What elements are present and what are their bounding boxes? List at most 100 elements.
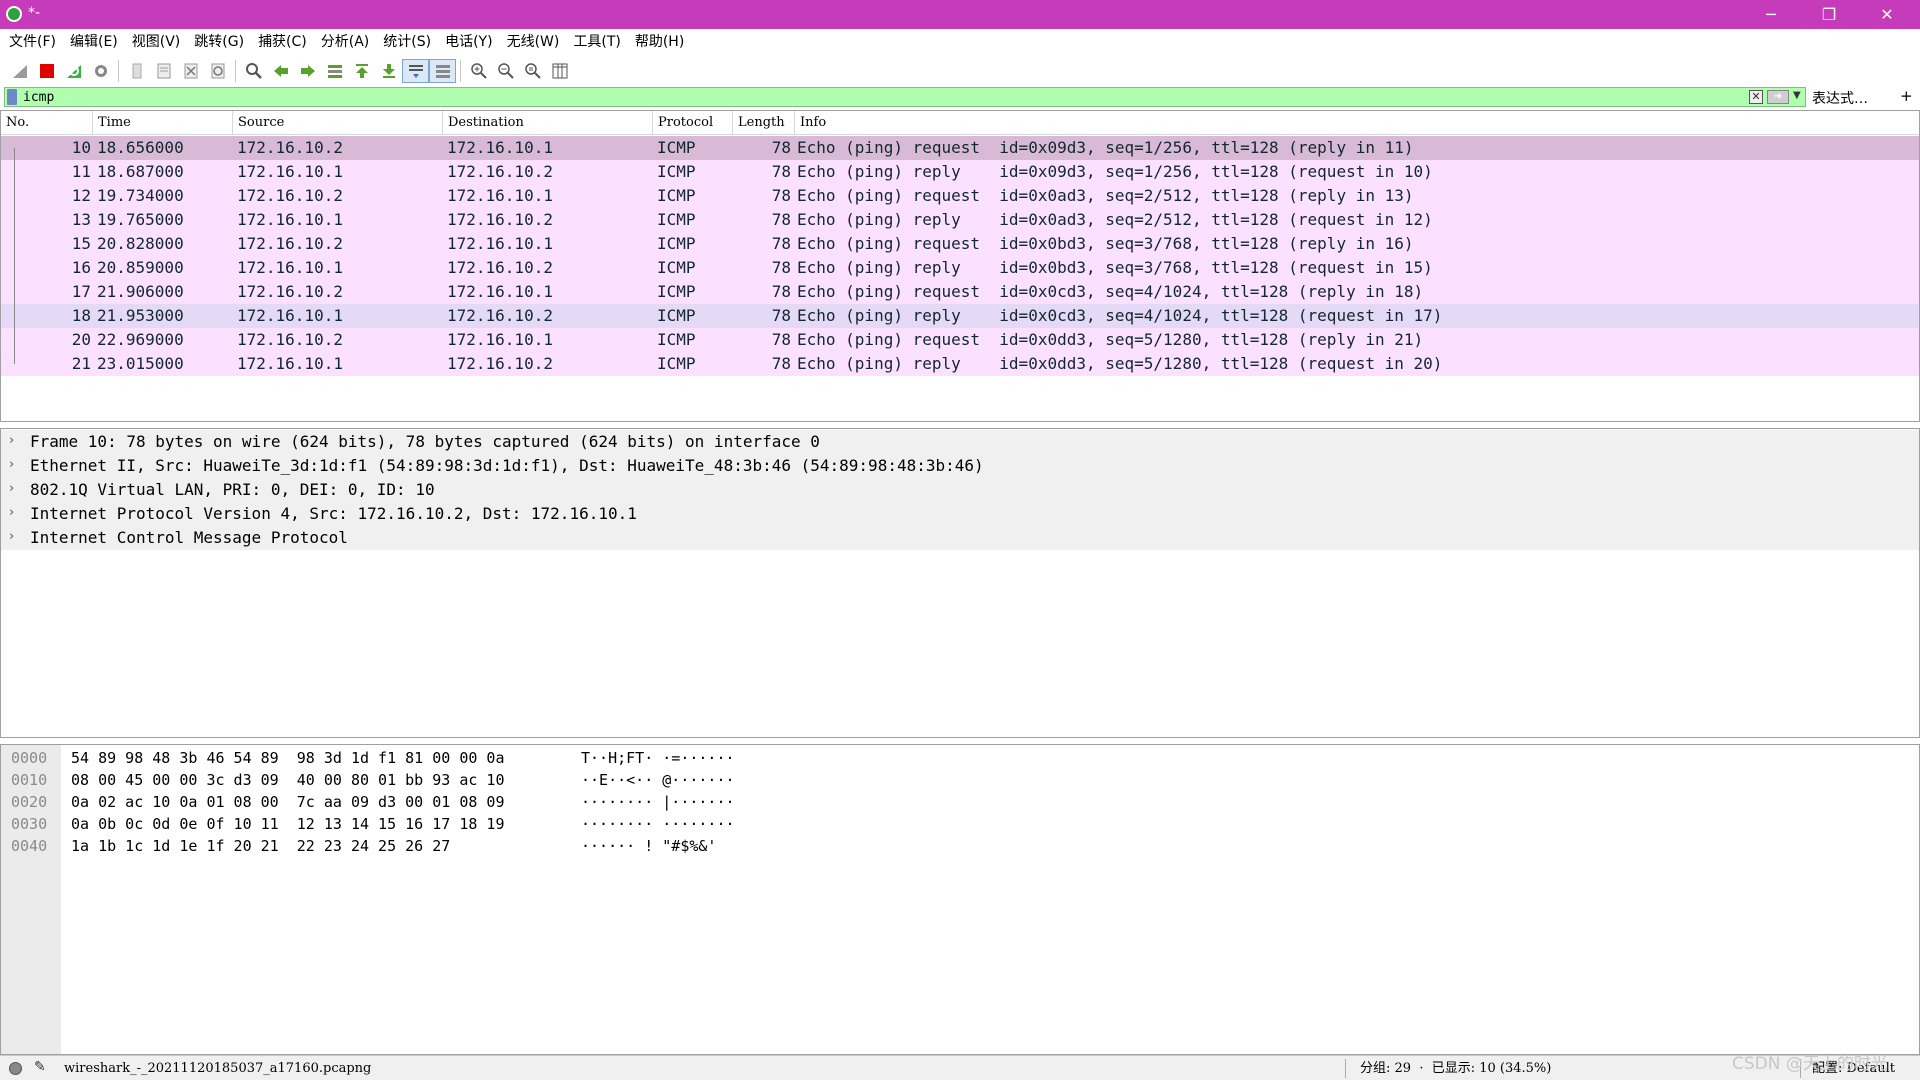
clear-filter-icon[interactable]: ✕ [1749, 90, 1763, 104]
detail-tree-item[interactable]: › Internet Protocol Version 4, Src: 172.1… [1, 502, 1919, 526]
zoom-normal-icon[interactable] [519, 59, 546, 83]
ascii-bytes[interactable]: ········ ········ [581, 813, 735, 835]
packet-row[interactable]: 18 21.953000 172.16.10.1 172.16.10.2 ICMP 78 E… [1, 304, 1919, 328]
detail-tree-item[interactable]: › Ethernet II, Src: HuaweiTe_3d:1d:f1 (54… [1, 454, 1919, 478]
auto-scroll-icon[interactable] [402, 59, 429, 83]
chevron-right-icon[interactable]: › [9, 529, 14, 544]
menu-file[interactable]: 文件(F) [2, 29, 63, 56]
hex-bytes[interactable]: 0a 02 ac 10 0a 01 08 00 7c aa 09 d3 00 0… [71, 791, 504, 813]
cell-info: Echo (ping) reply id=0x0dd3, seq=5/1280,… [797, 354, 1443, 373]
detail-tree-item[interactable]: › Frame 10: 78 bytes on wire (624 bits), … [1, 430, 1919, 454]
display-filter-input[interactable] [23, 88, 1723, 106]
column-header-source[interactable]: Source [233, 111, 443, 135]
menu-wireless[interactable]: 无线(W) [500, 29, 567, 56]
restore-button[interactable]: ❐ [1800, 0, 1858, 29]
menu-capture[interactable]: 捕获(C) [251, 29, 314, 56]
cell-info: Echo (ping) request id=0x0ad3, seq=2/512… [797, 186, 1414, 205]
zoom-out-icon[interactable] [492, 59, 519, 83]
find-packet-icon[interactable] [240, 59, 267, 83]
close-file-icon[interactable] [177, 59, 204, 83]
chevron-right-icon[interactable]: › [9, 481, 14, 496]
menu-statistics[interactable]: 统计(S) [376, 29, 438, 56]
cell-destination: 172.16.10.2 [447, 258, 553, 277]
cell-destination: 172.16.10.2 [447, 162, 553, 181]
column-header-info[interactable]: Info [795, 111, 1919, 135]
menu-telephony[interactable]: 电话(Y) [438, 29, 499, 56]
menu-analyze[interactable]: 分析(A) [314, 29, 377, 56]
chevron-right-icon[interactable]: › [9, 433, 14, 448]
column-header-no[interactable]: No. [1, 111, 93, 135]
hex-bytes[interactable]: 54 89 98 48 3b 46 54 89 98 3d 1d f1 81 0… [71, 747, 504, 769]
expression-button[interactable]: 表达式… [1812, 88, 1868, 108]
column-header-length[interactable]: Length [733, 111, 795, 135]
packet-row[interactable]: 20 22.969000 172.16.10.2 172.16.10.1 ICMP 78 E… [1, 328, 1919, 352]
ascii-bytes[interactable]: ········ |······· [581, 791, 735, 813]
cell-time: 20.828000 [97, 234, 184, 253]
go-last-icon[interactable] [375, 59, 402, 83]
close-button[interactable]: ✕ [1858, 0, 1916, 29]
column-header-time[interactable]: Time [93, 111, 233, 135]
cell-source: 172.16.10.2 [237, 330, 343, 349]
menu-go[interactable]: 跳转(G) [187, 29, 251, 56]
chevron-down-icon[interactable]: ▼ [1793, 90, 1801, 101]
apply-filter-icon[interactable]: ➜ [1767, 90, 1789, 104]
cell-info: Echo (ping) request id=0x0bd3, seq=3/768… [797, 234, 1414, 253]
cell-length: 78 [771, 258, 791, 277]
packet-row[interactable]: 13 19.765000 172.16.10.1 172.16.10.2 ICMP 78 E… [1, 208, 1919, 232]
go-back-icon[interactable] [267, 59, 294, 83]
minimize-button[interactable]: ─ [1742, 0, 1800, 29]
cell-length: 78 [771, 210, 791, 229]
hex-bytes[interactable]: 08 00 45 00 00 3c d3 09 40 00 80 01 bb 9… [71, 769, 504, 791]
detail-tree-item[interactable]: › Internet Control Message Protocol [1, 526, 1919, 550]
shark-fin-start-icon[interactable] [6, 59, 33, 83]
column-header-protocol[interactable]: Protocol [653, 111, 733, 135]
bookmark-icon[interactable] [7, 89, 17, 105]
hex-bytes[interactable]: 1a 1b 1c 1d 1e 1f 20 21 22 23 24 25 26 2… [71, 835, 450, 857]
menu-edit[interactable]: 编辑(E) [63, 29, 125, 56]
menu-view[interactable]: 视图(V) [125, 29, 188, 56]
expert-info-icon[interactable] [9, 1062, 22, 1075]
cell-protocol: ICMP [657, 306, 696, 325]
chevron-right-icon[interactable]: › [9, 505, 14, 520]
cell-destination: 172.16.10.2 [447, 210, 553, 229]
detail-tree-label: Internet Control Message Protocol [30, 528, 348, 547]
cell-source: 172.16.10.1 [237, 354, 343, 373]
menu-help[interactable]: 帮助(H) [628, 29, 691, 56]
reload-file-icon[interactable] [204, 59, 231, 83]
cell-length: 78 [771, 138, 791, 157]
packet-row[interactable]: 12 19.734000 172.16.10.2 172.16.10.1 ICMP 78 E… [1, 184, 1919, 208]
go-forward-icon[interactable] [294, 59, 321, 83]
ascii-bytes[interactable]: ··E··<·· @······· [581, 769, 735, 791]
restart-capture-icon[interactable] [60, 59, 87, 83]
cell-time: 21.953000 [97, 306, 184, 325]
column-header-destination[interactable]: Destination [443, 111, 653, 135]
hex-bytes[interactable]: 0a 0b 0c 0d 0e 0f 10 11 12 13 14 15 16 1… [71, 813, 504, 835]
add-filter-button[interactable]: + [1900, 87, 1913, 105]
edit-comment-icon[interactable]: ✎ [34, 1059, 46, 1075]
hex-dump-row: 0040 1a 1b 1c 1d 1e 1f 20 21 22 23 24 25 … [1, 835, 1919, 857]
stop-capture-icon[interactable] [33, 59, 60, 83]
go-to-packet-icon[interactable] [321, 59, 348, 83]
packet-row[interactable]: 10 18.656000 172.16.10.2 172.16.10.1 ICMP 78 E… [1, 136, 1919, 160]
packet-row[interactable]: 21 23.015000 172.16.10.1 172.16.10.2 ICMP 78 E… [1, 352, 1919, 376]
chevron-right-icon[interactable]: › [9, 457, 14, 472]
go-first-icon[interactable] [348, 59, 375, 83]
capture-options-icon[interactable] [87, 59, 114, 83]
packet-row[interactable]: 17 21.906000 172.16.10.2 172.16.10.1 ICMP 78 E… [1, 280, 1919, 304]
packet-row[interactable]: 16 20.859000 172.16.10.1 172.16.10.2 ICMP 78 E… [1, 256, 1919, 280]
packet-row[interactable]: 15 20.828000 172.16.10.2 172.16.10.1 ICMP 78 E… [1, 232, 1919, 256]
colorize-icon[interactable] [429, 59, 456, 83]
ascii-bytes[interactable]: T··H;FT· ·=······ [581, 747, 735, 769]
cell-time: 23.015000 [97, 354, 184, 373]
detail-tree-item[interactable]: › 802.1Q Virtual LAN, PRI: 0, DEI: 0, ID:… [1, 478, 1919, 502]
zoom-in-icon[interactable] [465, 59, 492, 83]
ascii-bytes[interactable]: ······ ! "#$%&' [581, 835, 716, 857]
menu-tools[interactable]: 工具(T) [566, 29, 627, 56]
hex-offset: 0040 [11, 837, 48, 855]
resize-columns-icon[interactable] [546, 59, 573, 83]
save-file-icon[interactable] [150, 59, 177, 83]
cell-info: Echo (ping) reply id=0x09d3, seq=1/256, … [797, 162, 1433, 181]
open-file-icon[interactable] [123, 59, 150, 83]
cell-protocol: ICMP [657, 138, 696, 157]
packet-row[interactable]: 11 18.687000 172.16.10.1 172.16.10.2 ICMP 78 E… [1, 160, 1919, 184]
